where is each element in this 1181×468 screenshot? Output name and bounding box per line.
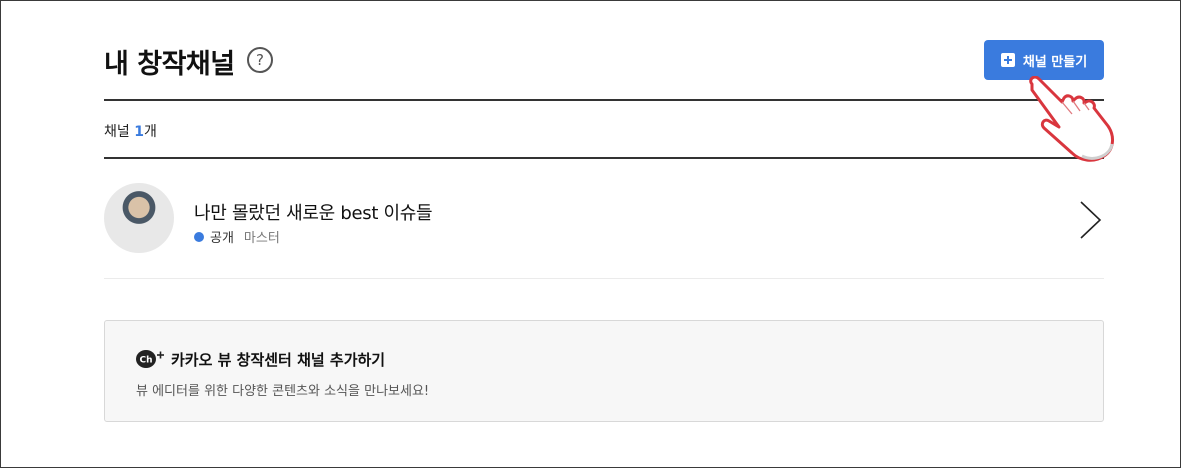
channel-role: 마스터: [243, 231, 280, 246]
create-channel-label: 채널 만들기: [1022, 54, 1088, 70]
plus-square-icon: [1000, 53, 1015, 67]
question-circle-icon[interactable]: ?: [247, 47, 273, 73]
chevron-right-icon[interactable]: [1078, 200, 1104, 240]
divider-top: [104, 99, 1104, 101]
channel-meta: 공개 마스터: [194, 227, 280, 246]
page-header: 내 창작채널 ? 채널 만들기: [104, 40, 1104, 80]
channel-count: 채널 1개: [104, 121, 157, 141]
promo-title: 카카오 뷰 창작센터 채널 추가하기: [171, 351, 386, 369]
promo-add-channel-card[interactable]: Ch 카카오 뷰 창작센터 채널 추가하기 뷰 에디터를 위한 다양한 콘텐츠와…: [104, 320, 1104, 422]
channel-count-unit: 개: [143, 124, 157, 140]
channel-list-item[interactable]: 나만 몰랐던 새로운 best 이슈들 공개 마스터: [104, 182, 1104, 279]
channel-badge-text: Ch: [139, 356, 152, 366]
channel-name: 나만 몰랐던 새로운 best 이슈들: [194, 203, 433, 224]
create-channel-button[interactable]: 채널 만들기: [984, 40, 1104, 80]
pointing-hand-icon: [1029, 76, 1114, 162]
channel-count-label: 채널: [104, 124, 135, 140]
promo-description: 뷰 에디터를 위한 다양한 콘텐츠와 소식을 만나보세요!: [136, 384, 430, 399]
status-dot-icon: [194, 231, 204, 242]
channel-avatar: [104, 183, 174, 253]
divider-bottom: [104, 157, 1104, 159]
kakao-channel-icon: Ch: [136, 350, 164, 368]
channel-status: 공개: [210, 231, 234, 246]
page-title: 내 창작채널: [104, 49, 235, 80]
channel-count-number: 1: [134, 124, 144, 140]
